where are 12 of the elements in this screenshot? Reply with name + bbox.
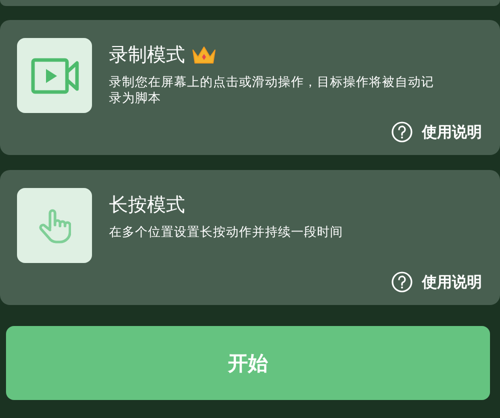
mode-description: 在多个位置设置长按动作并持续一段时间 [109, 224, 344, 240]
help-icon [391, 121, 413, 143]
mode-card[interactable]: 录制模式 录制您在屏幕上的点击或滑动操作，目标操作将被自动记录为脚本 使用说明 [0, 20, 500, 155]
video-camera-icon [30, 56, 78, 94]
mode-description: 录制您在屏幕上的点击或滑动操作，目标操作将被自动记录为脚本 [109, 74, 435, 106]
mode-card[interactable]: 长按模式 在多个位置设置长按动作并持续一段时间 使用说明 [0, 170, 500, 305]
help-icon [391, 271, 413, 293]
mode-title: 长按模式 [109, 193, 185, 218]
help-link[interactable]: 使用说明 [391, 121, 482, 143]
pointing-hand-icon [38, 208, 70, 244]
help-link[interactable]: 使用说明 [391, 271, 482, 293]
mode-title: 录制模式 [109, 43, 185, 68]
